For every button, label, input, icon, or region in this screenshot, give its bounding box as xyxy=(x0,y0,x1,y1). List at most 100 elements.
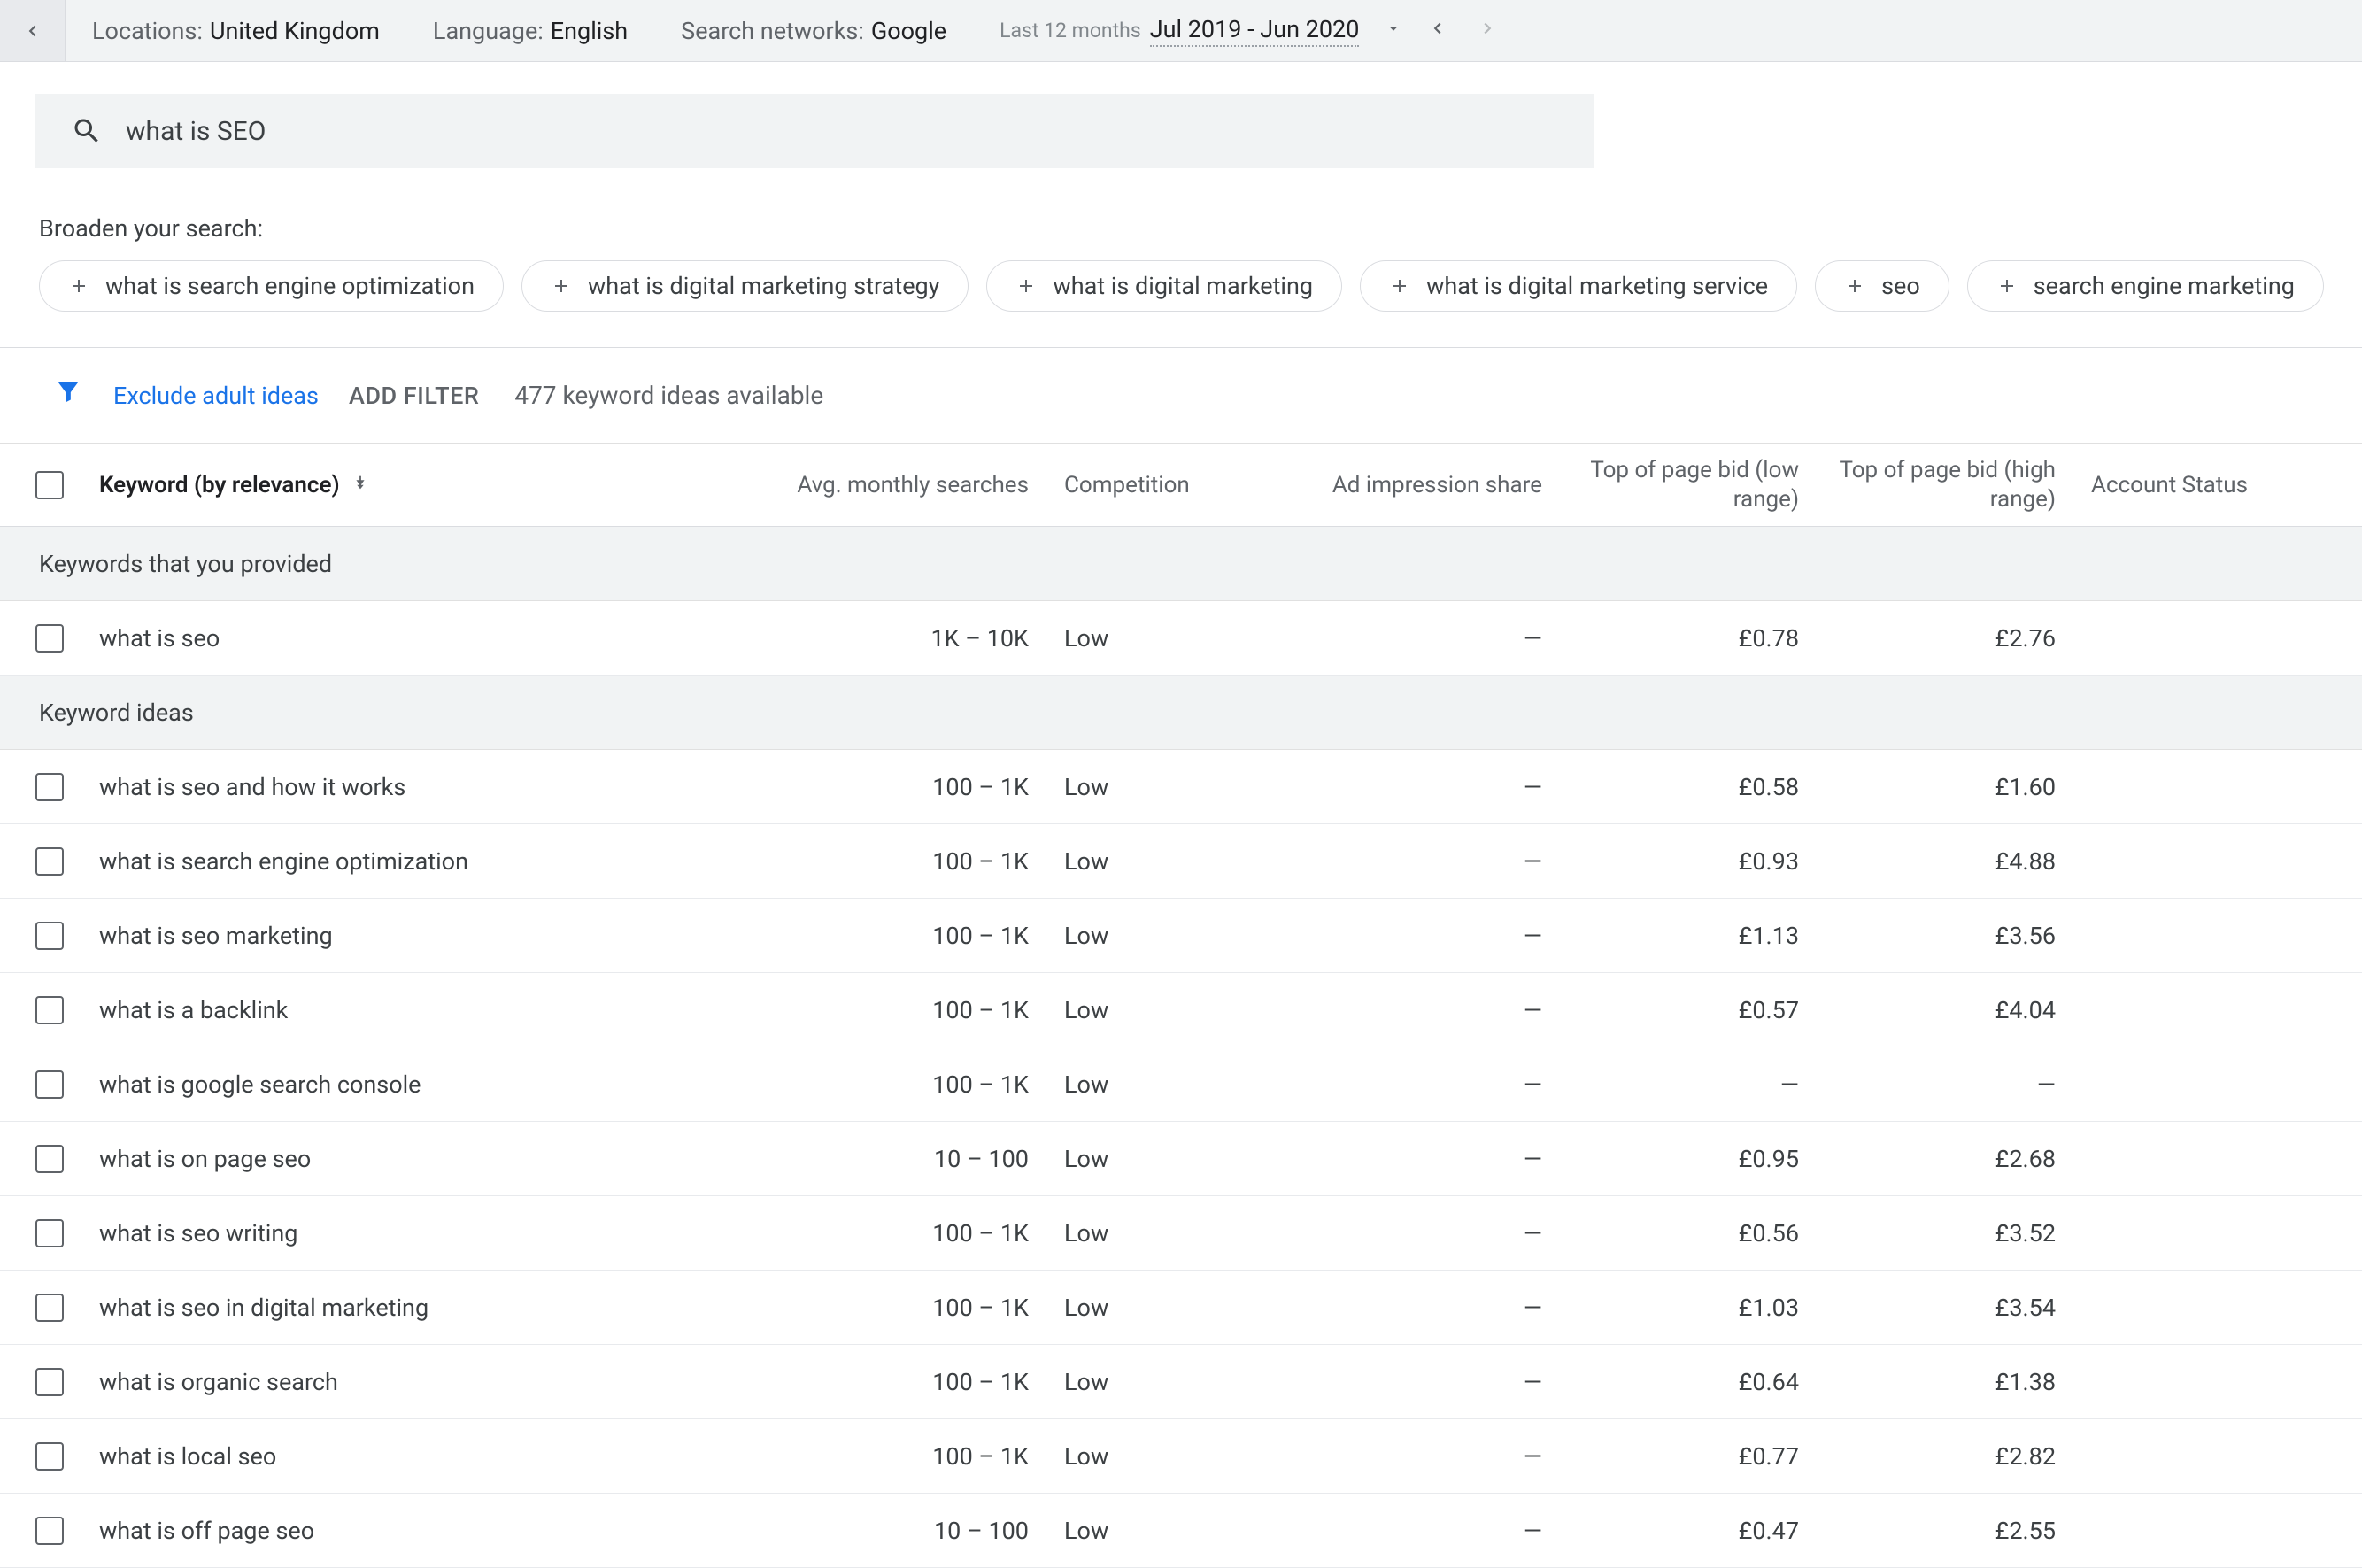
cell-searches: 100 – 1K xyxy=(687,996,1046,1024)
broaden-chip[interactable]: search engine marketing xyxy=(1967,260,2324,312)
chip-label: what is search engine optimization xyxy=(105,272,475,300)
cell-keyword: what is on page seo xyxy=(99,1145,687,1173)
funnel-icon xyxy=(53,377,83,407)
chevron-right-icon xyxy=(1478,19,1497,38)
table-row[interactable]: what is local seo100 – 1KLow—£0.77£2.82 xyxy=(0,1419,2362,1494)
table-row[interactable]: what is seo and how it works100 – 1KLow—… xyxy=(0,750,2362,824)
filter-icon[interactable] xyxy=(53,377,83,413)
broaden-chip[interactable]: seo xyxy=(1815,260,1949,312)
search-query: what is SEO xyxy=(126,116,266,147)
cell-impression: — xyxy=(1303,624,1560,653)
cell-impression: — xyxy=(1303,996,1560,1024)
cell-searches: 100 – 1K xyxy=(687,1070,1046,1099)
broaden-chip[interactable]: what is digital marketing service xyxy=(1360,260,1797,312)
cell-searches: 1K – 10K xyxy=(687,624,1046,653)
back-button[interactable] xyxy=(0,0,66,61)
cell-bid-low: — xyxy=(1560,1070,1817,1099)
cell-bid-high: £3.52 xyxy=(1817,1219,2073,1247)
search-box[interactable]: what is SEO xyxy=(35,94,1594,168)
broaden-chip[interactable]: what is search engine optimization xyxy=(39,260,504,312)
table-row[interactable]: what is organic search100 – 1KLow—£0.64£… xyxy=(0,1345,2362,1419)
table-row[interactable]: what is a backlink100 – 1KLow—£0.57£4.04 xyxy=(0,973,2362,1047)
table-row[interactable]: what is seo marketing100 – 1KLow—£1.13£3… xyxy=(0,899,2362,973)
col-header-keyword[interactable]: Keyword (by relevance) xyxy=(99,472,687,498)
col-header-searches[interactable]: Avg. monthly searches xyxy=(687,472,1046,498)
col-header-impression[interactable]: Ad impression share xyxy=(1303,472,1560,498)
search-icon xyxy=(71,115,103,147)
language-segment[interactable]: Language: English xyxy=(406,17,654,45)
select-all-checkbox[interactable] xyxy=(35,471,64,499)
cell-competition: Low xyxy=(1046,1070,1303,1099)
locations-segment[interactable]: Locations: United Kingdom xyxy=(66,17,406,45)
plus-icon xyxy=(1015,275,1037,297)
table-row[interactable]: what is on page seo10 – 100Low—£0.95£2.6… xyxy=(0,1122,2362,1196)
row-checkbox[interactable] xyxy=(35,624,64,653)
chip-label: search engine marketing xyxy=(2034,272,2295,300)
cell-keyword: what is local seo xyxy=(99,1442,687,1471)
cell-competition: Low xyxy=(1046,624,1303,653)
networks-value: Google xyxy=(871,17,946,45)
idea-count-label: 477 keyword ideas available xyxy=(514,381,823,410)
cell-keyword: what is seo in digital marketing xyxy=(99,1294,687,1322)
cell-searches: 100 – 1K xyxy=(687,922,1046,950)
cell-impression: — xyxy=(1303,773,1560,801)
row-checkbox[interactable] xyxy=(35,773,64,801)
networks-segment[interactable]: Search networks: Google xyxy=(654,17,973,45)
cell-keyword: what is seo marketing xyxy=(99,922,687,950)
row-checkbox[interactable] xyxy=(35,1145,64,1173)
table-header: Keyword (by relevance) Avg. monthly sear… xyxy=(0,444,2362,527)
locations-value: United Kingdom xyxy=(210,17,380,45)
cell-bid-high: £1.60 xyxy=(1817,773,2073,801)
plus-icon xyxy=(1389,275,1410,297)
cell-competition: Low xyxy=(1046,1294,1303,1322)
table-row[interactable]: what is off page seo10 – 100Low—£0.47£2.… xyxy=(0,1494,2362,1568)
col-header-bid-high[interactable]: Top of page bid (high range) xyxy=(1817,456,2073,514)
cell-bid-low: £0.56 xyxy=(1560,1219,1817,1247)
row-checkbox[interactable] xyxy=(35,847,64,876)
row-checkbox[interactable] xyxy=(35,1294,64,1322)
row-checkbox[interactable] xyxy=(35,922,64,950)
row-checkbox[interactable] xyxy=(35,1219,64,1247)
cell-keyword: what is seo writing xyxy=(99,1219,687,1247)
cell-bid-low: £0.64 xyxy=(1560,1368,1817,1396)
row-checkbox[interactable] xyxy=(35,1442,64,1471)
row-checkbox[interactable] xyxy=(35,1070,64,1099)
row-checkbox[interactable] xyxy=(35,1517,64,1545)
broaden-chip[interactable]: what is digital marketing strategy xyxy=(521,260,969,312)
date-range-segment[interactable]: Last 12 months Jul 2019 - Jun 2020 xyxy=(973,15,1497,47)
col-header-bid-low[interactable]: Top of page bid (low range) xyxy=(1560,456,1817,514)
cell-searches: 10 – 100 xyxy=(687,1517,1046,1545)
table-row[interactable]: what is search engine optimization100 – … xyxy=(0,824,2362,899)
cell-keyword: what is seo xyxy=(99,624,687,653)
cell-searches: 100 – 1K xyxy=(687,1368,1046,1396)
cell-searches: 10 – 100 xyxy=(687,1145,1046,1173)
table-row[interactable]: what is seo in digital marketing100 – 1K… xyxy=(0,1271,2362,1345)
cell-searches: 100 – 1K xyxy=(687,1294,1046,1322)
cell-bid-high: — xyxy=(1817,1070,2073,1099)
section-ideas: Keyword ideas xyxy=(0,676,2362,750)
date-dropdown-icon[interactable] xyxy=(1368,18,1419,44)
table-row[interactable]: what is seo1K – 10KLow—£0.78£2.76 xyxy=(0,601,2362,676)
cell-keyword: what is off page seo xyxy=(99,1517,687,1545)
chip-label: what is digital marketing service xyxy=(1426,272,1768,300)
col-header-status[interactable]: Account Status xyxy=(2073,472,2362,498)
cell-bid-low: £0.77 xyxy=(1560,1442,1817,1471)
cell-impression: — xyxy=(1303,1219,1560,1247)
caret-down-icon xyxy=(1384,19,1403,38)
row-checkbox[interactable] xyxy=(35,1368,64,1396)
keyword-table: Keyword (by relevance) Avg. monthly sear… xyxy=(0,444,2362,1568)
broaden-chip[interactable]: what is digital marketing xyxy=(986,260,1342,312)
plus-icon xyxy=(1844,275,1865,297)
col-header-competition[interactable]: Competition xyxy=(1046,472,1303,498)
table-row[interactable]: what is seo writing100 – 1KLow—£0.56£3.5… xyxy=(0,1196,2362,1271)
chevron-left-icon xyxy=(23,21,42,41)
cell-bid-high: £2.55 xyxy=(1817,1517,2073,1545)
date-next-button[interactable] xyxy=(1478,18,1497,44)
date-prev-button[interactable] xyxy=(1428,18,1447,44)
row-checkbox[interactable] xyxy=(35,996,64,1024)
cell-impression: — xyxy=(1303,1368,1560,1396)
exclude-adult-link[interactable]: Exclude adult ideas xyxy=(113,382,319,410)
add-filter-button[interactable]: ADD FILTER xyxy=(349,382,479,410)
table-row[interactable]: what is google search console100 – 1KLow… xyxy=(0,1047,2362,1122)
cell-bid-high: £1.38 xyxy=(1817,1368,2073,1396)
